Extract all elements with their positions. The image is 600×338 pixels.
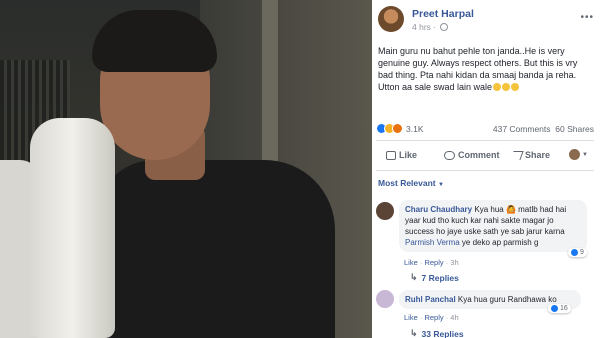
globe-icon xyxy=(440,23,449,31)
comment-reply-link[interactable]: Reply xyxy=(424,313,443,322)
share-icon xyxy=(510,150,524,160)
comments-count[interactable]: 437 Comments xyxy=(493,124,551,134)
comment-like-badge[interactable]: 9 xyxy=(568,248,587,257)
like-label: Like xyxy=(399,150,418,160)
view-replies-link[interactable]: ↳ 7 Replies xyxy=(410,272,459,283)
comment-time[interactable]: 3h xyxy=(450,258,458,267)
photo-hair xyxy=(92,10,217,72)
comment-like-count: 16 xyxy=(560,305,568,312)
post-time[interactable]: 4 hrs · xyxy=(412,22,449,32)
like-button[interactable]: Like xyxy=(386,150,417,160)
comment-like-badge[interactable]: 16 xyxy=(548,304,571,313)
commenter-avatar[interactable] xyxy=(376,202,394,220)
photo-pipe xyxy=(262,0,278,170)
replies-count: 33 Replies xyxy=(421,328,464,338)
photo-towel xyxy=(30,118,115,338)
comment-icon xyxy=(444,150,455,160)
comment-like-link[interactable]: Like xyxy=(404,313,418,322)
commenter-avatar[interactable] xyxy=(376,290,394,308)
emoji-icon xyxy=(493,83,502,91)
comment-share-counts[interactable]: 437 Comments 60 Shares xyxy=(493,124,594,134)
shares-count[interactable]: 60 Shares xyxy=(555,124,594,134)
post-time-text: 4 hrs xyxy=(412,22,431,32)
post-photo[interactable] xyxy=(0,0,372,338)
author-avatar[interactable] xyxy=(378,6,404,32)
comment-reply-link[interactable]: Reply xyxy=(424,258,443,267)
comment-bubble: Charu Chaudhary Kya hua 🙆 matlb had hai … xyxy=(399,200,587,252)
like-reaction-icon xyxy=(571,249,578,256)
commenter-name[interactable]: Ruhl Panchal xyxy=(405,295,456,304)
reaction-profile-selector[interactable]: ▼ xyxy=(569,149,588,160)
comment-text-after: ye deko ap parmish g xyxy=(461,238,539,247)
comment-meta: Like · Reply · 3h xyxy=(404,258,459,267)
divider xyxy=(376,140,594,141)
caret-down-icon: ▼ xyxy=(582,151,588,158)
author-name[interactable]: Preet Harpal xyxy=(412,8,474,20)
tagged-user[interactable]: Parmish Verma xyxy=(405,238,460,247)
comment-text: Kya hua guru Randhawa ko xyxy=(457,295,557,304)
comment-like-count: 9 xyxy=(580,249,584,256)
comment-button[interactable]: Comment xyxy=(444,150,500,160)
share-button[interactable]: Share xyxy=(510,150,551,160)
emoji-icon xyxy=(502,83,511,91)
reactions-bar[interactable]: 3.1K 437 Comments 60 Shares xyxy=(376,122,596,136)
commenter-name[interactable]: Charu Chaudhary xyxy=(405,205,472,214)
post-header: Preet Harpal 4 hrs · ••• xyxy=(378,6,598,32)
comment-meta: Like · Reply · 4h xyxy=(404,313,459,322)
reply-arrow-icon: ↳ xyxy=(410,328,418,338)
comment-time[interactable]: 4h xyxy=(450,313,458,322)
thumbs-up-icon xyxy=(386,150,396,160)
divider xyxy=(376,170,594,171)
angry-reaction-icon xyxy=(392,123,403,134)
comment-label: Comment xyxy=(458,150,500,160)
share-label: Share xyxy=(525,150,551,160)
emoji-icon xyxy=(511,83,520,91)
like-reaction-icon xyxy=(551,305,558,312)
post-text: Main guru nu bahut pehle ton janda..He i… xyxy=(378,45,590,93)
more-options-icon[interactable]: ••• xyxy=(580,12,594,23)
post-panel: Preet Harpal 4 hrs · ••• Main guru nu ba… xyxy=(372,0,600,338)
reply-arrow-icon: ↳ xyxy=(410,272,418,282)
comment-like-link[interactable]: Like xyxy=(404,258,418,267)
photo-jacket xyxy=(95,160,335,338)
reaction-count[interactable]: 3.1K xyxy=(406,124,424,134)
comment-sort-dropdown[interactable]: Most Relevant ▼ xyxy=(378,178,444,188)
comment-sort-label: Most Relevant xyxy=(378,178,436,188)
chevron-down-icon: ▼ xyxy=(438,182,444,188)
view-replies-link[interactable]: ↳ 33 Replies xyxy=(410,328,464,338)
viewer-avatar xyxy=(569,149,581,160)
replies-count: 7 Replies xyxy=(421,272,459,283)
post-actions: Like Comment Share ▼ xyxy=(376,146,594,166)
post-text-body: Main guru nu bahut pehle ton janda..He i… xyxy=(378,46,578,92)
